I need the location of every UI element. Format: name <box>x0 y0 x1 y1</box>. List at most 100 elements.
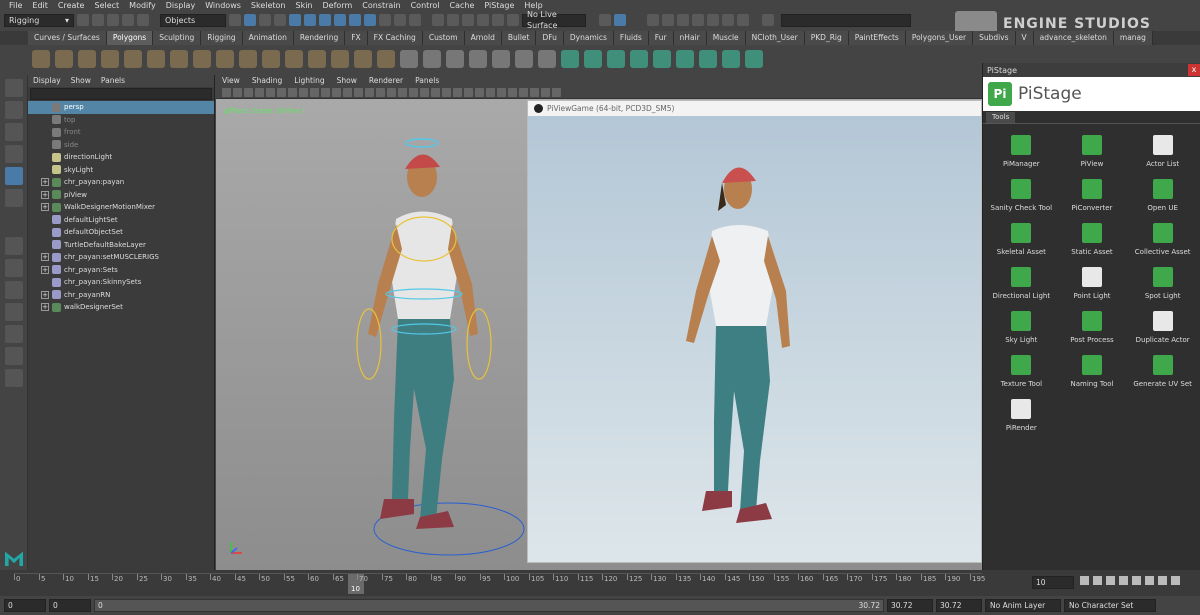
outliner-item[interactable]: + chr_payanRN <box>28 289 214 302</box>
scale-tool-icon[interactable] <box>5 189 23 207</box>
graph-layout-icon[interactable] <box>5 325 23 343</box>
snap-together-icon[interactable] <box>492 14 504 26</box>
ipr-icon[interactable] <box>379 14 391 26</box>
xray-active-icon[interactable] <box>508 87 517 97</box>
ambient-occlusion-icon[interactable] <box>431 87 440 97</box>
shelf-tab-v[interactable]: V <box>1015 31 1034 45</box>
poly-prism-icon[interactable] <box>239 50 257 68</box>
shelf-tab-arnold[interactable]: Arnold <box>464 31 502 45</box>
move-tool-icon[interactable] <box>5 145 23 163</box>
outliner-menu-panels[interactable]: Panels <box>96 75 130 87</box>
menu-windows[interactable]: Windows <box>200 0 246 11</box>
timeline-layout-icon[interactable] <box>5 347 23 365</box>
outliner-item[interactable]: + chr_payan:setMUSCLERIGS <box>28 251 214 264</box>
poly-gear-icon[interactable] <box>308 50 326 68</box>
tool-actor-list[interactable]: Actor List <box>1127 129 1198 173</box>
outliner-item[interactable]: defaultObjectSet <box>28 226 214 239</box>
tool-piview[interactable]: PiView <box>1057 129 1128 173</box>
outliner-item[interactable]: front <box>28 126 214 139</box>
motion-blur-icon[interactable] <box>442 87 451 97</box>
append-icon[interactable] <box>584 50 602 68</box>
gamma-icon[interactable] <box>541 87 550 97</box>
animation-start-field[interactable]: 0 <box>4 599 46 612</box>
shelf-tab-polygons[interactable]: Polygons <box>106 31 154 45</box>
bookmark-icon[interactable] <box>244 87 253 97</box>
selection-mode-dropdown[interactable]: Objects <box>160 13 226 27</box>
select-component-icon[interactable] <box>259 14 271 26</box>
rig-left-hand-ctrl[interactable] <box>356 308 382 380</box>
play-backward-icon[interactable] <box>1119 576 1128 585</box>
menu-pistage[interactable]: PiStage <box>479 0 519 11</box>
resolution-gate-icon[interactable] <box>310 87 319 97</box>
poly-disc-icon[interactable] <box>170 50 188 68</box>
shelf-tab-dfu[interactable]: DFu <box>536 31 564 45</box>
xray-icon[interactable] <box>486 87 495 97</box>
menu-display[interactable]: Display <box>161 0 201 11</box>
hypershade-icon[interactable] <box>409 14 421 26</box>
shelf-tab-curves-surfaces[interactable]: Curves / Surfaces <box>28 31 107 45</box>
shelf-tab-painteffects[interactable]: PaintEffects <box>848 31 906 45</box>
save-icon[interactable] <box>107 14 119 26</box>
shelf-tab-custom[interactable]: Custom <box>422 31 465 45</box>
outliner-item[interactable]: + chr_payan:payan <box>28 176 214 189</box>
select-tool-icon[interactable] <box>5 79 23 97</box>
exposure-icon[interactable] <box>530 87 539 97</box>
camera-attr-icon[interactable] <box>233 87 242 97</box>
expand-icon[interactable]: + <box>41 190 49 199</box>
tool-static-asset[interactable]: Static Asset <box>1057 217 1128 261</box>
undo-icon[interactable] <box>122 14 134 26</box>
shelf-tab-animation[interactable]: Animation <box>242 31 294 45</box>
shelf-tab-subdivs[interactable]: Subdivs <box>973 31 1016 45</box>
bridge-icon[interactable] <box>538 50 556 68</box>
tool-generate-uv-set[interactable]: Generate UV Set <box>1127 349 1198 393</box>
shelf-tab-bullet[interactable]: Bullet <box>501 31 537 45</box>
poly-pipe-icon[interactable] <box>262 50 280 68</box>
four-view-icon[interactable] <box>5 259 23 277</box>
maya-character-rig[interactable] <box>344 119 544 559</box>
expand-icon[interactable]: + <box>41 178 49 187</box>
outliner-item[interactable]: + walkDesignerSet <box>28 301 214 314</box>
snap-grid-icon[interactable] <box>274 14 286 26</box>
pistage-titlebar[interactable]: PiStage x <box>983 63 1200 77</box>
safe-title-icon[interactable] <box>354 87 363 97</box>
poly-cube-icon[interactable] <box>55 50 73 68</box>
sidebar-toggle-icon[interactable] <box>762 14 774 26</box>
outliner-item[interactable]: + chr_payan:Sets <box>28 264 214 277</box>
textured-icon[interactable] <box>398 87 407 97</box>
tool-duplicate-actor[interactable]: Duplicate Actor <box>1127 305 1198 349</box>
tool-spot-light[interactable]: Spot Light <box>1127 261 1198 305</box>
outliner-menu-show[interactable]: Show <box>66 75 96 87</box>
combine-icon[interactable] <box>400 50 418 68</box>
film-gate-icon[interactable] <box>299 87 308 97</box>
range-slider[interactable]: 0 30.72 <box>94 599 884 612</box>
poly-cone-icon[interactable] <box>101 50 119 68</box>
command-field[interactable] <box>781 13 911 27</box>
lasso-tool-icon[interactable] <box>5 101 23 119</box>
channel-box-icon[interactable] <box>647 14 659 26</box>
shelf-tab-fluids[interactable]: Fluids <box>613 31 649 45</box>
tool-sky-light[interactable]: Sky Light <box>986 305 1057 349</box>
script-editor-icon[interactable] <box>692 14 704 26</box>
multi-cut-icon[interactable] <box>630 50 648 68</box>
poly-sphere-icon[interactable] <box>32 50 50 68</box>
expand-icon[interactable]: + <box>41 265 49 274</box>
poly-cylinder-icon[interactable] <box>78 50 96 68</box>
tool-pimanager[interactable]: PiManager <box>986 129 1057 173</box>
custom-layout-icon[interactable] <box>5 369 23 387</box>
shelf-tab-advance-skeleton[interactable]: advance_skeleton <box>1033 31 1114 45</box>
isolate-select-icon[interactable] <box>475 87 484 97</box>
expand-icon[interactable]: + <box>41 253 49 262</box>
tool-naming-tool[interactable]: Naming Tool <box>1057 349 1128 393</box>
magnet-icon[interactable] <box>432 14 444 26</box>
planar-uv-icon[interactable] <box>699 50 717 68</box>
expand-icon[interactable]: + <box>41 203 49 212</box>
step-forward-frame-icon[interactable] <box>1145 576 1154 585</box>
snap-curve-icon[interactable] <box>289 14 301 26</box>
shelf-tab-muscle[interactable]: Muscle <box>706 31 746 45</box>
poly-soccer-icon[interactable] <box>331 50 349 68</box>
grid-icon[interactable] <box>288 87 297 97</box>
menu-modify[interactable]: Modify <box>124 0 161 11</box>
tool-open-ue[interactable]: Open UE <box>1127 173 1198 217</box>
shadows-icon[interactable] <box>420 87 429 97</box>
attribute-editor-icon[interactable] <box>614 14 626 26</box>
